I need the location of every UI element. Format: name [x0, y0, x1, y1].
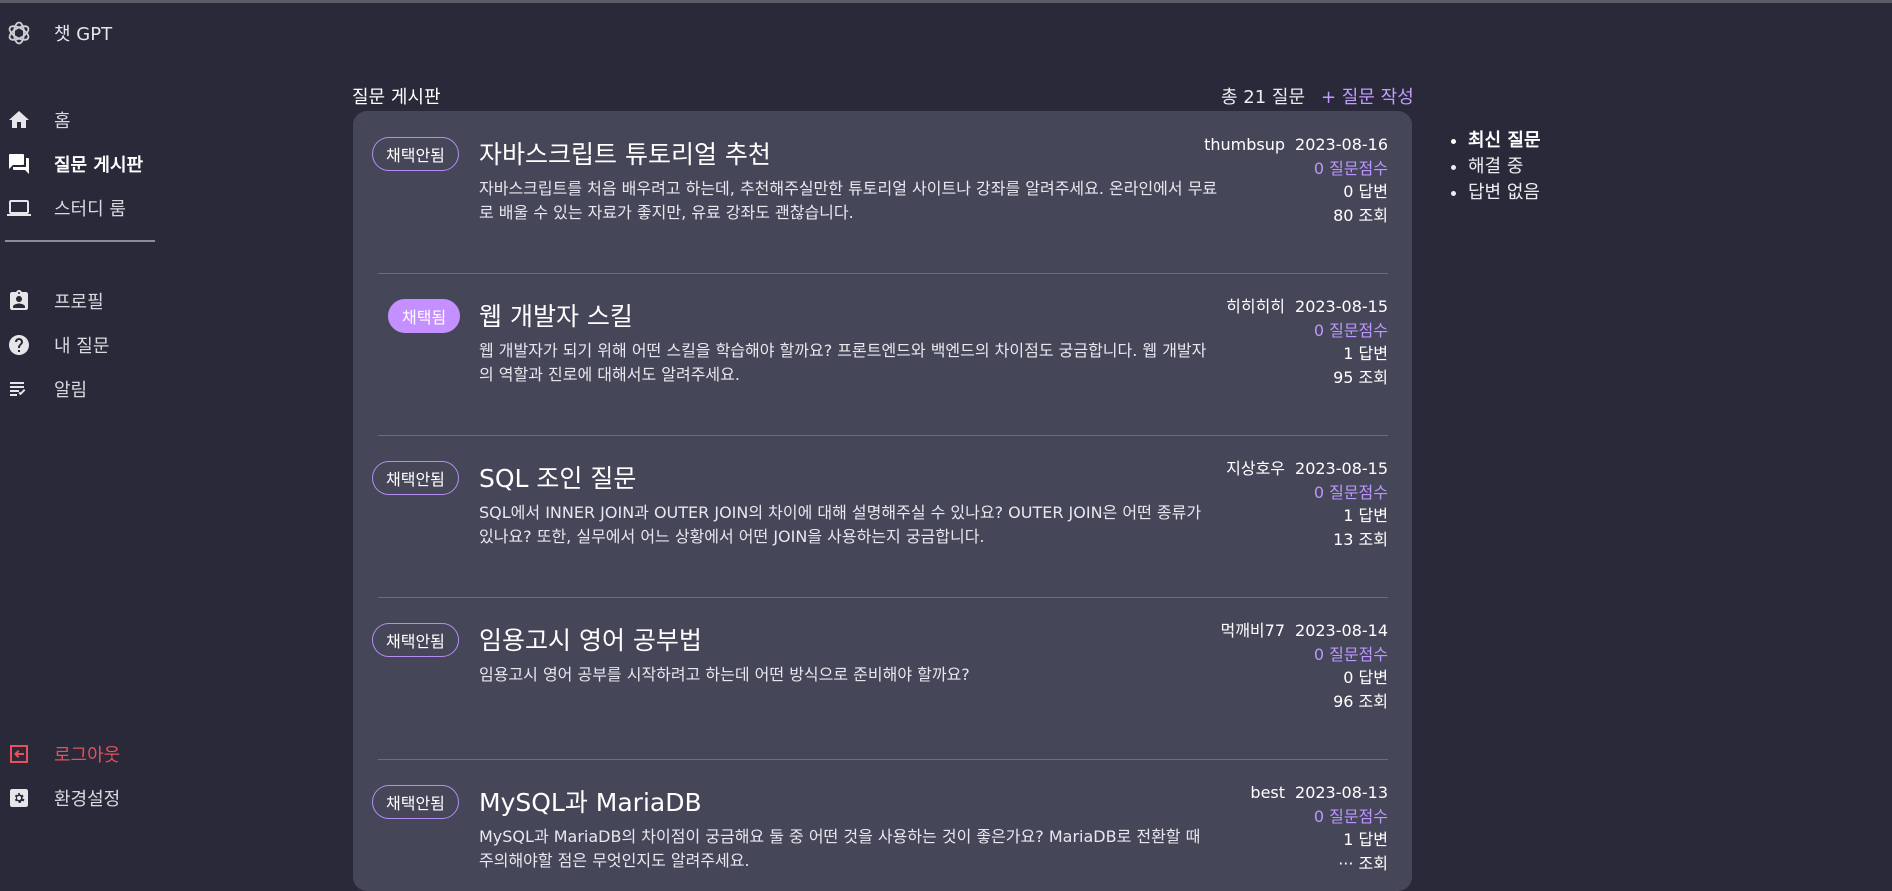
filter-latest[interactable]: 최신 질문 — [1468, 128, 1541, 154]
home-icon — [6, 107, 32, 133]
question-meta: 지상호우 2023-08-15 0 질문점수 1 답변 13 조회 — [1226, 457, 1388, 551]
question-author[interactable]: best — [1250, 783, 1285, 802]
question-meta: 히히히히 2023-08-15 0 질문점수 1 답변 95 조회 — [1226, 295, 1388, 389]
window-top-border — [0, 0, 1892, 3]
nav-item-label: 홈 — [54, 111, 71, 132]
nav-item-my-questions[interactable]: 내 질문 — [0, 323, 160, 367]
settings-icon — [6, 785, 32, 811]
view-count: ··· 조회 — [1338, 853, 1388, 873]
question-date: 2023-08-13 — [1295, 783, 1388, 802]
view-count: 95 조회 — [1333, 367, 1388, 387]
question-body: SQL에서 INNER JOIN과 OUTER JOIN의 차이에 대해 설명해… — [479, 503, 1202, 546]
question-date: 2023-08-15 — [1295, 297, 1388, 316]
filter-unanswered[interactable]: 답변 없음 — [1468, 180, 1541, 206]
logout-icon — [6, 741, 32, 767]
status-badge: 채택안됨 — [372, 137, 459, 171]
question-title[interactable]: 웹 개발자 스킬 — [479, 297, 633, 333]
question-score: 0 질문점수 — [1313, 320, 1388, 340]
page-title: 질문 게시판 — [352, 87, 441, 108]
question-row[interactable]: 채택안됨 자바스크립트 튜토리얼 추천 자바스크립트를 처음 배우려고 하는데,… — [353, 111, 1412, 273]
nav-item-question-board[interactable]: 질문 게시판 — [0, 142, 160, 186]
question-body: 임용고시 영어 공부를 시작하려고 하는데 어떤 방식으로 준비해야 할까요? — [479, 665, 970, 684]
question-title[interactable]: 임용고시 영어 공부법 — [479, 621, 702, 657]
question-score: 0 질문점수 — [1313, 158, 1388, 178]
view-count: 13 조회 — [1333, 529, 1388, 549]
nav-item-home[interactable]: 홈 — [0, 98, 160, 142]
laptop-icon — [6, 195, 32, 221]
question-author[interactable]: thumbsup — [1204, 135, 1285, 154]
question-author[interactable]: 먹깨비77 — [1220, 621, 1285, 640]
question-score: 0 질문점수 — [1313, 806, 1388, 826]
status-badge: 채택안됨 — [372, 461, 459, 495]
status-badge: 채택됨 — [388, 299, 461, 333]
answer-count: 0 답변 — [1343, 182, 1388, 201]
question-title[interactable]: 자바스크립트 튜토리얼 추천 — [479, 135, 771, 171]
question-author[interactable]: 히히히히 — [1226, 297, 1285, 316]
nav-item-profile[interactable]: 프로필 — [0, 279, 160, 323]
write-question-button[interactable]: + 질문 작성 — [1321, 83, 1414, 109]
nav-item-label: 내 질문 — [54, 336, 110, 357]
question-date: 2023-08-16 — [1295, 135, 1388, 154]
answer-count: 1 답변 — [1343, 830, 1388, 849]
filter-in-progress[interactable]: 해결 중 — [1468, 154, 1541, 180]
nav-divider — [5, 240, 155, 242]
answer-count: 1 답변 — [1343, 506, 1388, 525]
question-row[interactable]: 채택안됨 임용고시 영어 공부법 임용고시 영어 공부를 시작하려고 하는데 어… — [353, 597, 1412, 759]
answer-count: 0 답변 — [1343, 668, 1388, 687]
question-author[interactable]: 지상호우 — [1226, 459, 1285, 478]
question-list: 채택안됨 자바스크립트 튜토리얼 추천 자바스크립트를 처음 배우려고 하는데,… — [353, 111, 1412, 891]
status-badge: 채택안됨 — [372, 785, 459, 819]
view-count: 80 조회 — [1333, 205, 1388, 225]
question-title[interactable]: SQL 조인 질문 — [479, 459, 636, 495]
question-date: 2023-08-15 — [1295, 459, 1388, 478]
nav-item-label: 알림 — [54, 380, 88, 401]
checklist-icon — [6, 376, 32, 402]
nav-item-label: 질문 게시판 — [54, 155, 144, 176]
bottom-nav: 로그아웃 환경설정 — [0, 732, 160, 820]
question-title[interactable]: MySQL과 MariaDB — [479, 783, 702, 819]
badge-icon — [6, 288, 32, 314]
question-count: 총 21 질문 — [1221, 87, 1306, 108]
question-body: 자바스크립트를 처음 배우려고 하는데, 추천해주실만한 튜토리얼 사이트나 강… — [479, 179, 1218, 222]
nav-item-notifications[interactable]: 알림 — [0, 367, 160, 411]
brand[interactable]: 챗 GPT — [6, 20, 112, 46]
nav-item-logout[interactable]: 로그아웃 — [0, 732, 160, 776]
user-nav: 프로필 내 질문 알림 — [0, 279, 160, 411]
question-meta: 먹깨비77 2023-08-14 0 질문점수 0 답변 96 조회 — [1220, 619, 1388, 713]
view-count: 96 조회 — [1333, 691, 1388, 711]
nav-item-settings[interactable]: 환경설정 — [0, 776, 160, 820]
openai-logo-icon — [8, 21, 30, 45]
question-filter-list: 최신 질문 해결 중 답변 없음 — [1450, 128, 1541, 206]
question-meta: thumbsup 2023-08-16 0 질문점수 0 답변 80 조회 — [1204, 133, 1388, 227]
question-meta: best 2023-08-13 0 질문점수 1 답변 ··· 조회 — [1250, 781, 1388, 875]
brand-title: 챗 GPT — [54, 24, 113, 45]
question-body: 웹 개발자가 되기 위해 어떤 스킬을 학습해야 할까요? 프론트엔드와 백엔드… — [479, 341, 1207, 384]
question-date: 2023-08-14 — [1295, 621, 1388, 640]
question-row[interactable]: 채택됨 웹 개발자 스킬 웹 개발자가 되기 위해 어떤 스킬을 학습해야 할까… — [353, 273, 1412, 435]
status-badge: 채택안됨 — [372, 623, 459, 657]
help-circle-icon — [6, 332, 32, 358]
nav-item-label: 환경설정 — [54, 789, 121, 810]
question-score: 0 질문점수 — [1313, 644, 1388, 664]
nav-item-label: 프로필 — [54, 292, 104, 313]
answer-count: 1 답변 — [1343, 344, 1388, 363]
nav-item-study-room[interactable]: 스터디 룸 — [0, 186, 160, 230]
nav-item-label: 스터디 룸 — [54, 199, 126, 220]
nav-item-label: 로그아웃 — [54, 745, 121, 766]
forum-icon — [6, 151, 32, 177]
question-body: MySQL과 MariaDB의 차이점이 궁금해요 둘 중 어떤 것을 사용하는… — [479, 827, 1201, 870]
question-row[interactable]: 채택안됨 SQL 조인 질문 SQL에서 INNER JOIN과 OUTER J… — [353, 435, 1412, 597]
main-nav: 홈 질문 게시판 스터디 룸 — [0, 98, 160, 230]
question-score: 0 질문점수 — [1313, 482, 1388, 502]
question-row[interactable]: 채택안됨 MySQL과 MariaDB MySQL과 MariaDB의 차이점이… — [353, 759, 1412, 891]
